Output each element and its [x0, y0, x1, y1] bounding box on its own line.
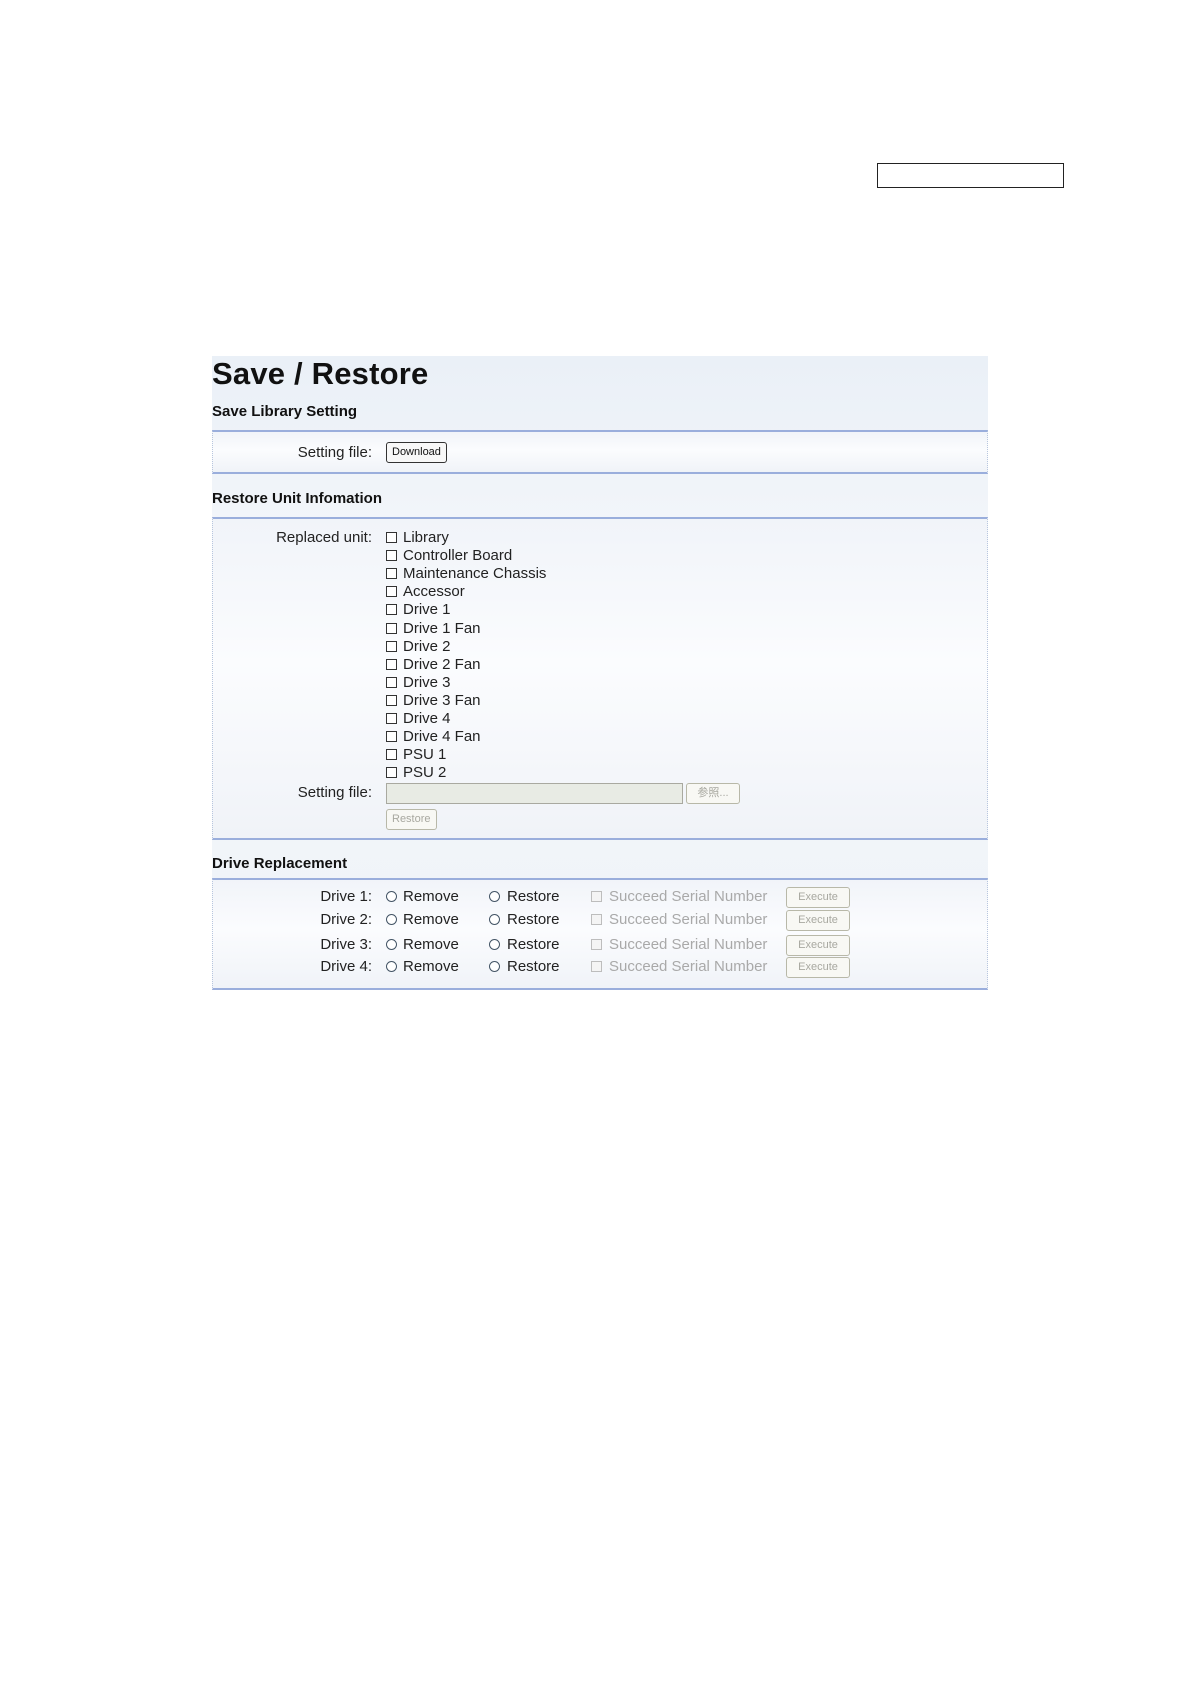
restore-radio[interactable]: [489, 939, 500, 950]
succeed-serial-checkbox[interactable]: [591, 961, 602, 972]
unit-checkbox[interactable]: [386, 658, 397, 670]
unit-checkbox[interactable]: [386, 640, 397, 652]
unit-checkbox[interactable]: [386, 731, 397, 743]
unit-checkbox[interactable]: [386, 586, 397, 598]
unit-checkbox[interactable]: [386, 622, 397, 634]
remove-radio-label: Remove: [403, 888, 459, 905]
remove-radio-label: Remove: [403, 911, 459, 928]
unit-checkbox[interactable]: [386, 749, 397, 761]
succeed-serial-label: Succeed Serial Number: [609, 888, 768, 905]
succeed-serial-label: Succeed Serial Number: [609, 958, 768, 975]
browse-button[interactable]: 参照...: [686, 783, 740, 804]
restore-unit-box: Replaced unit: Library Controller Board Ma…: [212, 517, 988, 840]
succeed-serial-label: Succeed Serial Number: [609, 911, 768, 928]
unit-checkbox-label: Drive 3: [403, 673, 451, 691]
unit-checkbox-label: Drive 3 Fan: [403, 691, 481, 709]
unit-checkbox-label: Drive 1: [403, 601, 451, 619]
unit-checkbox-label: PSU 2: [403, 764, 447, 782]
header-empty-box: [877, 163, 1064, 188]
execute-button[interactable]: Execute: [786, 935, 850, 956]
restore-radio-label: Restore: [507, 888, 560, 905]
restore-radio-label: Restore: [507, 958, 560, 975]
drive-label: Drive 1:: [320, 888, 372, 905]
remove-radio[interactable]: [386, 891, 397, 902]
succeed-serial-label: Succeed Serial Number: [609, 936, 768, 953]
restore-button[interactable]: Restore: [386, 809, 437, 830]
save-setting-file-label: Setting file:: [297, 444, 372, 461]
drive-row: Drive 3: Remove Restore Succeed Serial Numb…: [213, 935, 987, 956]
unit-checkbox[interactable]: [386, 550, 397, 562]
restore-file-path-input[interactable]: [386, 783, 683, 804]
restore-radio[interactable]: [489, 914, 500, 925]
unit-checkbox[interactable]: [386, 694, 397, 706]
execute-button[interactable]: Execute: [786, 887, 850, 908]
drive-row: Drive 2: Remove Restore Succeed Serial Numb…: [213, 910, 987, 931]
remove-radio-label: Remove: [403, 958, 459, 975]
restore-radio-label: Restore: [507, 911, 560, 928]
drive-row: Drive 1: Remove Restore Succeed Serial Numb…: [213, 887, 987, 908]
save-restore-panel: Save / Restore Save Library Setting Sett…: [212, 356, 988, 990]
execute-button[interactable]: Execute: [786, 910, 850, 931]
drive-label: Drive 2:: [320, 911, 372, 928]
unit-checkbox[interactable]: [386, 676, 397, 688]
drive-replacement-box: Drive 1: Remove Restore Succeed Serial Numb…: [212, 878, 988, 990]
execute-button[interactable]: Execute: [786, 957, 850, 978]
unit-checkbox-label: Drive 4: [403, 710, 451, 727]
unit-checkbox-label: Maintenance Chassis: [403, 565, 547, 583]
unit-checkbox[interactable]: [386, 568, 397, 580]
drive-label: Drive 3:: [320, 936, 372, 953]
unit-checkbox-label: PSU 1: [403, 746, 447, 764]
replaced-unit-label: Replaced unit:: [276, 529, 372, 546]
drive-row: Drive 4: Remove Restore Succeed Serial Numb…: [213, 957, 987, 978]
remove-radio[interactable]: [386, 939, 397, 950]
unit-checkbox-label: Controller Board: [403, 547, 513, 565]
unit-checkbox-label: Library: [403, 529, 449, 546]
unit-checkbox[interactable]: [386, 532, 397, 543]
unit-checkbox-label: Drive 2: [403, 637, 451, 655]
unit-checkbox-label: Drive 4 Fan: [403, 728, 481, 746]
restore-setting-file-label: Setting file:: [297, 784, 372, 801]
save-library-box: Setting file: Download: [212, 430, 988, 474]
unit-checkbox[interactable]: [386, 767, 397, 779]
drive-replacement-heading: Drive Replacement: [212, 855, 348, 872]
unit-checkbox[interactable]: [386, 604, 397, 616]
unit-checkbox-label: Drive 2 Fan: [403, 655, 481, 673]
restore-radio[interactable]: [489, 961, 500, 972]
unit-checkbox[interactable]: [386, 713, 397, 724]
restore-unit-heading: Restore Unit Infomation: [212, 490, 383, 507]
succeed-serial-checkbox[interactable]: [591, 891, 602, 902]
page-title: Save / Restore: [212, 356, 429, 391]
succeed-serial-checkbox[interactable]: [591, 939, 602, 950]
unit-checkbox-label: Drive 1 Fan: [403, 619, 481, 637]
save-library-heading: Save Library Setting: [212, 403, 358, 420]
download-button[interactable]: Download: [386, 442, 447, 463]
unit-checkbox-label: Accessor: [403, 583, 465, 601]
succeed-serial-checkbox[interactable]: [591, 914, 602, 925]
restore-radio[interactable]: [489, 891, 500, 902]
remove-radio[interactable]: [386, 961, 397, 972]
remove-radio-label: Remove: [403, 936, 459, 953]
restore-radio-label: Restore: [507, 936, 560, 953]
drive-label: Drive 4:: [320, 958, 372, 975]
remove-radio[interactable]: [386, 914, 397, 925]
